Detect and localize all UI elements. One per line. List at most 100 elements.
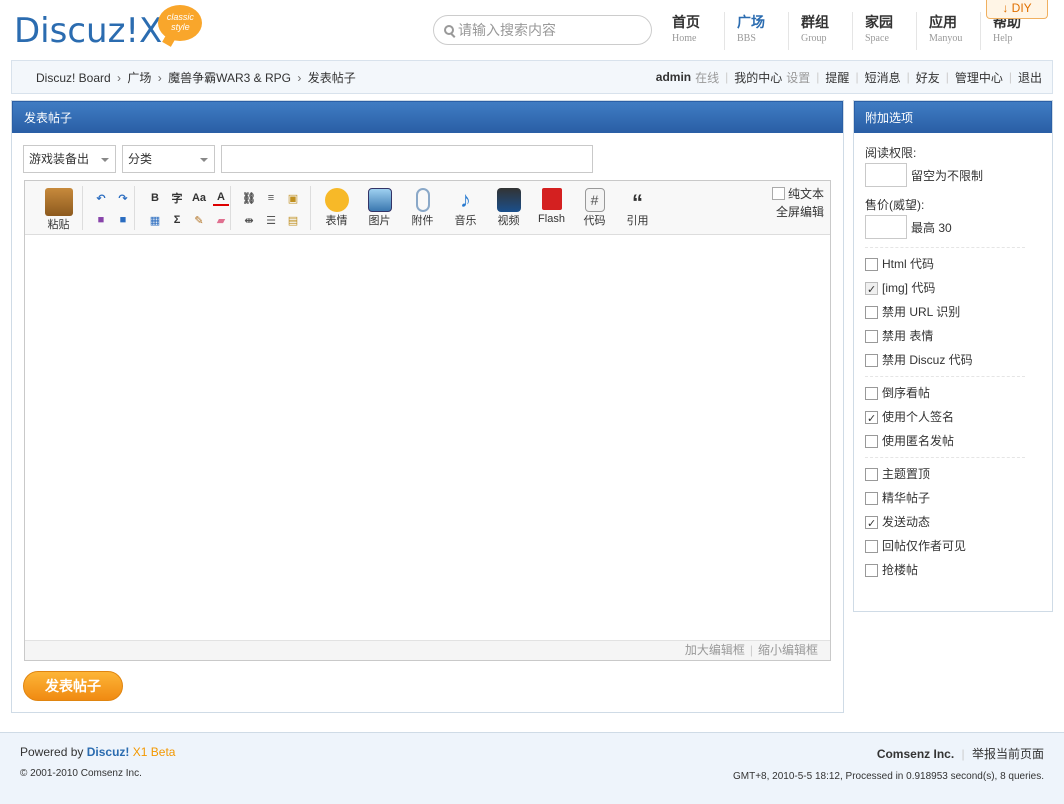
site-header: Discuz!X classic style 请输入搜索内容 首页 Home 广… xyxy=(0,0,1064,60)
image-icon xyxy=(367,188,392,212)
font-icon[interactable]: 字 xyxy=(169,190,185,206)
nav-space[interactable]: 家园 Space xyxy=(852,12,916,50)
plain-text-checkbox[interactable] xyxy=(771,187,785,200)
subject-input[interactable] xyxy=(221,145,593,173)
checkbox[interactable] xyxy=(865,539,878,553)
report-page-link[interactable]: 举报当前页面 xyxy=(972,747,1044,761)
breadcrumb-link[interactable]: 广场 xyxy=(127,71,151,85)
checkbox[interactable] xyxy=(865,278,878,302)
company-link[interactable]: Comsenz Inc. xyxy=(877,747,954,761)
option-reverse-order[interactable]: 倒序看帖 xyxy=(865,381,1025,405)
editor-textarea[interactable] xyxy=(25,236,830,640)
shrink-editor-link[interactable]: 缩小编辑框 xyxy=(758,643,818,657)
enlarge-editor-link[interactable]: 加大编辑框 xyxy=(685,643,745,657)
option-group: Html 代码 [img] 代码 禁用 URL 识别 禁用 表情 禁用 Disc… xyxy=(865,247,1025,372)
image-button[interactable]: 图片 xyxy=(358,186,401,230)
nav-home[interactable]: 首页 Home xyxy=(660,12,724,50)
insert-tools: ⛓ ≡ ▣ ⇹ ☰ ▤ xyxy=(235,186,311,230)
option-author-only[interactable]: 回帖仅作者可见 xyxy=(865,534,1025,558)
option-disable-discuzcode[interactable]: 禁用 Discuz 代码 xyxy=(865,348,1025,372)
breadcrumb-link[interactable]: Discuz! Board xyxy=(36,71,111,85)
submit-post-button[interactable]: 发表帖子 xyxy=(23,671,123,701)
option-img-code[interactable]: [img] 代码 xyxy=(865,276,1025,302)
option-disable-smilies[interactable]: 禁用 表情 xyxy=(865,324,1025,348)
diy-button[interactable]: ↓ DIY xyxy=(986,0,1048,19)
font-color-icon[interactable]: A xyxy=(213,190,229,206)
fullscreen-button[interactable]: 全屏编辑 xyxy=(772,203,824,221)
bold-icon[interactable]: B xyxy=(147,190,163,206)
checkbox[interactable] xyxy=(865,353,878,367)
checkbox[interactable] xyxy=(865,491,878,505)
checkbox[interactable] xyxy=(865,434,878,448)
friends-link[interactable]: 好友 xyxy=(916,69,940,86)
list-icon[interactable]: ☰ xyxy=(263,212,279,228)
image-label: 图片 xyxy=(368,215,391,227)
price-hint: 最高 30 xyxy=(911,220,952,235)
quote-button[interactable]: “ 引用 xyxy=(616,186,659,230)
smiley-button[interactable]: 表情 xyxy=(315,186,358,230)
video-button[interactable]: 视频 xyxy=(487,186,530,230)
save-all-icon[interactable]: ■ xyxy=(115,212,131,228)
logout-link[interactable]: 退出 xyxy=(1018,69,1042,86)
font-size-icon[interactable]: Aa xyxy=(191,190,207,206)
align-icon[interactable]: ≡ xyxy=(263,190,279,206)
unlink-icon[interactable]: ⇹ xyxy=(241,212,257,228)
attach-button[interactable]: 附件 xyxy=(401,186,444,230)
remind-link[interactable]: 提醒 xyxy=(825,69,849,86)
debug-info: GMT+8, 2010-5-5 18:12, Processed in 0.91… xyxy=(732,771,1044,782)
nav-manyou[interactable]: 应用 Manyou xyxy=(916,12,980,50)
checkbox[interactable] xyxy=(865,386,878,400)
username-link[interactable]: admin xyxy=(656,70,691,84)
undo-icon[interactable]: ↶ xyxy=(93,190,109,206)
sum-icon[interactable]: Σ xyxy=(169,212,185,228)
nav-sublabel: Group xyxy=(801,33,827,44)
code-button[interactable]: # 代码 xyxy=(573,186,616,230)
eraser-icon[interactable]: ▰ xyxy=(213,212,229,228)
paste-button[interactable]: 粘贴 xyxy=(35,186,83,231)
settings-link[interactable]: 设置 xyxy=(786,69,810,86)
flash-button[interactable]: Flash xyxy=(530,186,573,230)
admin-center-link[interactable]: 管理中心 xyxy=(955,69,1003,86)
breadcrumb-link[interactable]: 魔兽争霸WAR3 & RPG xyxy=(168,71,291,85)
my-center-link[interactable]: 我的中心 xyxy=(734,69,782,86)
search-input[interactable]: 请输入搜索内容 xyxy=(433,15,652,45)
price-input[interactable] xyxy=(865,215,907,239)
checkbox[interactable] xyxy=(865,467,878,481)
checkbox[interactable] xyxy=(865,512,878,536)
save-icon[interactable]: ■ xyxy=(93,212,109,228)
checkbox[interactable] xyxy=(865,329,878,343)
option-rush-reply[interactable]: 抢楼帖 xyxy=(865,558,1025,582)
brand-link[interactable]: Discuz! xyxy=(87,745,130,759)
checkbox[interactable] xyxy=(865,563,878,577)
option-label: 禁用 URL 识别 xyxy=(882,305,961,319)
option-anonymous[interactable]: 使用匿名发帖 xyxy=(865,429,1025,453)
plain-text-toggle[interactable]: 纯文本 xyxy=(771,185,824,203)
checkbox[interactable] xyxy=(865,407,878,431)
free-icon[interactable]: ▤ xyxy=(285,212,301,228)
nav-label: 应用 xyxy=(929,14,957,30)
site-logo[interactable]: Discuz!X classic style xyxy=(14,5,206,54)
video-label: 视频 xyxy=(497,215,520,227)
option-disable-url[interactable]: 禁用 URL 识别 xyxy=(865,300,1025,324)
category-select[interactable]: 分类 xyxy=(122,145,215,173)
option-use-signature[interactable]: 使用个人签名 xyxy=(865,405,1025,431)
option-html-code[interactable]: Html 代码 xyxy=(865,252,1025,276)
online-status: 在线 xyxy=(695,70,720,85)
option-sticky[interactable]: 主题置顶 xyxy=(865,462,1025,486)
nav-bbs[interactable]: 广场 BBS xyxy=(724,12,788,50)
table-icon[interactable]: ▦ xyxy=(147,212,163,228)
music-note-icon: ♪ xyxy=(460,187,471,212)
checkbox[interactable] xyxy=(865,257,878,271)
music-button[interactable]: ♪ 音乐 xyxy=(444,186,487,230)
checkbox[interactable] xyxy=(865,305,878,319)
forum-select[interactable]: 游戏装备出 xyxy=(23,145,116,173)
nav-group[interactable]: 群组 Group xyxy=(788,12,852,50)
brush-icon[interactable]: ✎ xyxy=(191,212,207,228)
read-perm-input[interactable] xyxy=(865,163,907,187)
messages-link[interactable]: 短消息 xyxy=(865,69,901,86)
link-icon[interactable]: ⛓ xyxy=(241,190,257,206)
redo-icon[interactable]: ↷ xyxy=(115,190,131,206)
lock-icon[interactable]: ▣ xyxy=(285,190,301,206)
option-digest[interactable]: 精华帖子 xyxy=(865,486,1025,510)
option-feed[interactable]: 发送动态 xyxy=(865,510,1025,536)
